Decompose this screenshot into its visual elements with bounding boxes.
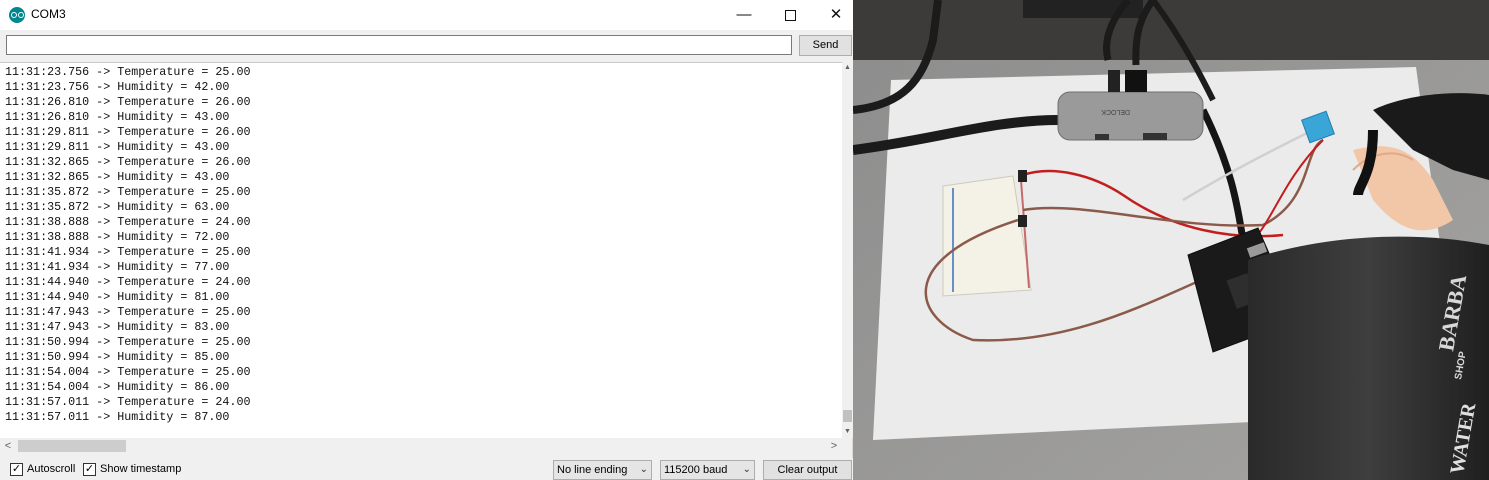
show-timestamp-checkbox[interactable]: ✓: [83, 463, 96, 476]
serial-line: 11:31:35.872 -> Humidity = 63.00: [5, 200, 230, 214]
maximize-icon: [784, 9, 796, 21]
serial-line: 11:31:44.940 -> Temperature = 24.00: [5, 275, 251, 289]
serial-line: 11:31:32.865 -> Temperature = 26.00: [5, 155, 251, 169]
serial-line: 11:31:29.811 -> Temperature = 26.00: [5, 125, 251, 139]
serial-input[interactable]: [6, 35, 792, 55]
chevron-down-icon: ⌄: [742, 464, 751, 475]
usb-hub: [1057, 91, 1204, 141]
hardware-setup-photo: DELOCK BARBA SHOP WATER: [853, 0, 1489, 480]
minimize-button[interactable]: —: [721, 0, 767, 30]
hub-brand-text: DELOCK: [1101, 108, 1130, 115]
baud-rate-select[interactable]: 115200 baud ⌄: [660, 460, 755, 480]
serial-line: 11:31:23.756 -> Temperature = 25.00: [5, 65, 251, 79]
serial-line: 11:31:47.943 -> Temperature = 25.00: [5, 305, 251, 319]
scroll-right-icon[interactable]: >: [826, 438, 842, 454]
photo-illustration: DELOCK BARBA SHOP WATER: [853, 0, 1489, 480]
serial-monitor-window: COM3 — ✕ Send 11:31:23.756 -> Temperatur…: [0, 0, 853, 480]
serial-line: 11:31:57.011 -> Temperature = 24.00: [5, 395, 251, 409]
send-button[interactable]: Send: [799, 35, 852, 56]
serial-line: 11:31:38.888 -> Temperature = 24.00: [5, 215, 251, 229]
show-timestamp-label[interactable]: Show timestamp: [100, 463, 181, 475]
serial-line: 11:31:26.810 -> Humidity = 43.00: [5, 110, 230, 124]
vertical-scrollbar[interactable]: ▲ ▼: [842, 62, 853, 438]
baud-rate-value: 115200 baud: [664, 464, 728, 476]
serial-line: 11:31:29.811 -> Humidity = 43.00: [5, 140, 230, 154]
serial-line: 11:31:57.011 -> Humidity = 87.00: [5, 410, 230, 424]
serial-line: 11:31:41.934 -> Temperature = 25.00: [5, 245, 251, 259]
wire-connector: [1018, 215, 1027, 227]
line-ending-value: No line ending: [557, 464, 628, 476]
serial-line: 11:31:26.810 -> Temperature = 26.00: [5, 95, 251, 109]
serial-line: 11:31:54.004 -> Temperature = 25.00: [5, 365, 251, 379]
serial-line: 11:31:38.888 -> Humidity = 72.00: [5, 230, 230, 244]
serial-output[interactable]: 11:31:23.756 -> Temperature = 25.00 11:31…: [0, 62, 842, 438]
line-ending-select[interactable]: No line ending ⌄: [553, 460, 652, 480]
window-title: COM3: [31, 7, 66, 21]
serial-line: 11:31:54.004 -> Humidity = 86.00: [5, 380, 230, 394]
vertical-scroll-thumb[interactable]: [843, 410, 852, 422]
serial-line: 11:31:50.994 -> Humidity = 85.00: [5, 350, 230, 364]
send-bar: Send: [0, 30, 853, 62]
serial-line: 11:31:23.756 -> Humidity = 42.00: [5, 80, 230, 94]
wire-connector: [1018, 170, 1027, 182]
horizontal-scrollbar[interactable]: < >: [0, 438, 842, 454]
maximize-button[interactable]: [767, 0, 813, 30]
serial-line: 11:31:47.943 -> Humidity = 83.00: [5, 320, 230, 334]
arduino-icon: [9, 7, 25, 23]
autoscroll-checkbox[interactable]: ✓: [10, 463, 23, 476]
serial-line: 11:31:32.865 -> Humidity = 43.00: [5, 170, 230, 184]
hub-port: [1125, 70, 1147, 92]
serial-line: 11:31:44.940 -> Humidity = 81.00: [5, 290, 230, 304]
horizontal-scroll-thumb[interactable]: [18, 440, 126, 452]
autoscroll-label[interactable]: Autoscroll: [27, 463, 75, 475]
footer-bar: ✓ Autoscroll ✓ Show timestamp No line en…: [0, 458, 853, 480]
hub-port: [1095, 134, 1109, 140]
serial-line: 11:31:50.994 -> Temperature = 25.00: [5, 335, 251, 349]
title-bar[interactable]: COM3 — ✕: [0, 0, 853, 30]
hub-port: [1143, 133, 1167, 140]
serial-line: 11:31:41.934 -> Humidity = 77.00: [5, 260, 230, 274]
chevron-down-icon: ⌄: [639, 464, 648, 475]
scroll-down-icon[interactable]: ▼: [842, 426, 853, 438]
scroll-left-icon[interactable]: <: [0, 438, 16, 454]
scroll-up-icon[interactable]: ▲: [842, 62, 853, 74]
serial-line: 11:31:35.872 -> Temperature = 25.00: [5, 185, 251, 199]
hub-port: [1108, 70, 1120, 92]
clear-output-button[interactable]: Clear output: [763, 460, 852, 480]
